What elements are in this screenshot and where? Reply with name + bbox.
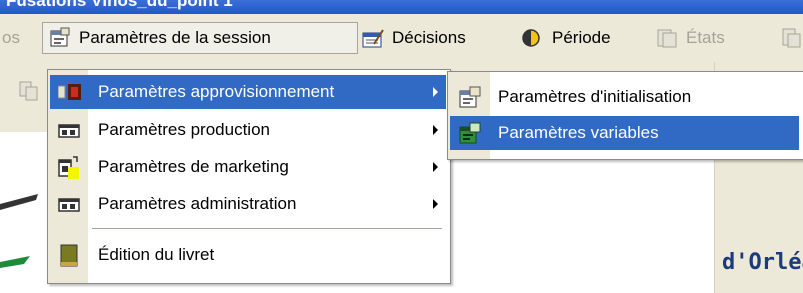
menu-item-variable-params[interactable]: Paramètres variables [450, 116, 799, 150]
menu-item-label: Paramètres de marketing [98, 157, 289, 176]
session-params-menu: Paramètres approvisionnement Paramètres … [47, 69, 451, 284]
menu-states-label: États [686, 28, 725, 47]
menu-item-booklet[interactable]: Édition du livret [50, 238, 446, 272]
session-params-icon [49, 27, 71, 49]
submenu-arrow-icon [433, 125, 438, 135]
decisions-icon [362, 27, 384, 49]
menubar: os Paramètres de la session Décisions Pé… [0, 14, 803, 62]
menu-item-label: Édition du livret [98, 245, 215, 264]
period-icon [520, 27, 542, 49]
menu-separator [92, 228, 442, 229]
menu-decisions[interactable]: Décisions [362, 22, 466, 54]
menu-item-init-params[interactable]: Paramètres d'initialisation [450, 80, 799, 114]
submenu-arrow-icon [433, 162, 438, 172]
states-icon [656, 27, 678, 49]
production-icon [58, 119, 80, 141]
submenu-arrow-icon [433, 87, 438, 97]
supply-icon [57, 81, 81, 103]
menu-period[interactable]: Période [520, 22, 611, 54]
booklet-icon [58, 244, 80, 267]
submenu-arrow-icon [433, 199, 438, 209]
menu-item-label: Paramètres administration [98, 194, 297, 213]
marketing-icon [58, 156, 80, 179]
menu-partial-item[interactable]: os [2, 22, 20, 54]
submenu-item-label: Paramètres d'initialisation [498, 87, 692, 106]
menu-session-params[interactable]: Paramètres de la session [42, 22, 358, 54]
window-title: Fusations Vlnos_du_point 1 [6, 0, 233, 10]
menu-session-params-label: Paramètres de la session [79, 28, 271, 47]
menu-item-marketing-params[interactable]: Paramètres de marketing [50, 150, 446, 184]
submenu-item-label: Paramètres variables [498, 123, 659, 142]
menu-item-label: Paramètres approvisionnement [98, 82, 335, 101]
menu-partial-label: os [2, 28, 20, 47]
left-toolbar [0, 62, 50, 132]
window-titlebar: Fusations Vlnos_du_point 1 [0, 0, 803, 14]
menu-item-supply-params[interactable]: Paramètres approvisionnement [50, 75, 446, 109]
menu-states[interactable]: États [656, 22, 725, 54]
menu-period-label: Période [552, 28, 611, 47]
menu-decisions-label: Décisions [392, 28, 466, 47]
banner-text: d'Orléa [722, 250, 803, 275]
variable-params-icon [458, 122, 481, 144]
administration-icon [58, 193, 80, 215]
copy-icon[interactable] [18, 80, 40, 107]
decorative-shape [0, 194, 38, 268]
supply-submenu: Paramètres d'initialisation Paramètres v… [447, 71, 803, 160]
menu-item-administration-params[interactable]: Paramètres administration [50, 187, 446, 221]
menu-item-label: Paramètres production [98, 120, 270, 139]
menu-item-production-params[interactable]: Paramètres production [50, 113, 446, 147]
toolbar-cut-icon[interactable] [780, 22, 802, 54]
init-params-icon [458, 86, 481, 108]
